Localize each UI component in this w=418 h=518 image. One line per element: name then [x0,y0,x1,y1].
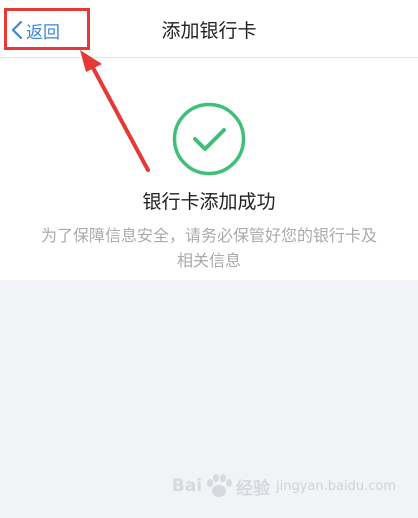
success-description: 为了保障信息安全，请务必保管好您的银行卡及相关信息 [40,226,377,270]
check-circle-icon [171,101,247,181]
watermark-text-left: Bai [171,476,203,496]
watermark: Bai 经验 jingyan.baidu.com [172,472,396,500]
watermark-subtext: jingyan.baidu.com [276,478,396,494]
navigation-bar: 返回 添加银行卡 [0,0,418,58]
watermark-text-right: 经验 [236,478,271,499]
result-panel: 银行卡添加成功 为了保障信息安全，请务必保管好您的银行卡及相关信息 [0,58,418,280]
success-title: 银行卡添加成功 [142,191,276,213]
paw-icon [207,474,233,497]
page-title: 添加银行卡 [161,20,257,42]
